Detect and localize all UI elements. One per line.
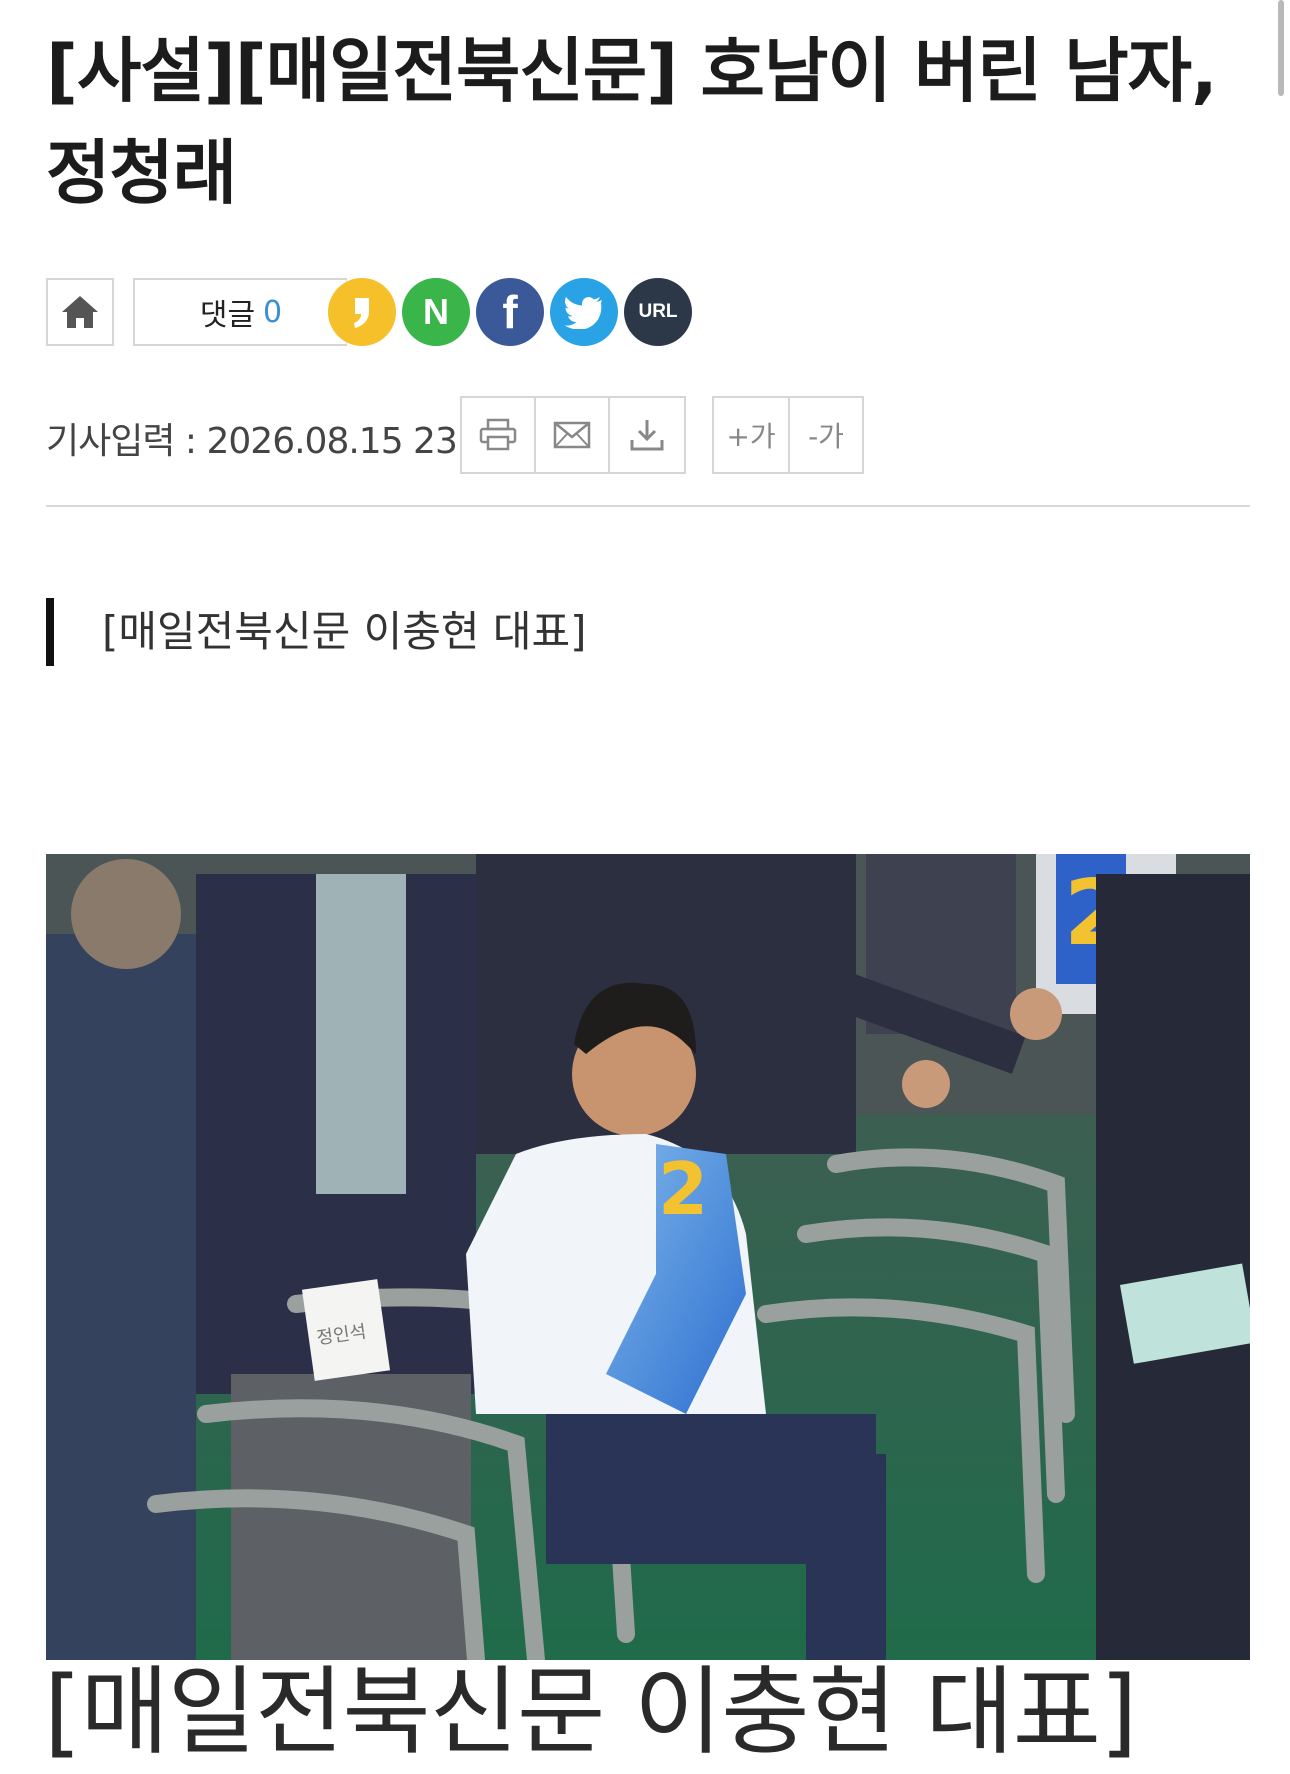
download-button[interactable] [610, 398, 684, 472]
print-button[interactable] [462, 398, 537, 472]
url-icon: URL [638, 301, 678, 322]
twitter-icon [564, 297, 602, 329]
photo-caption: [매일전북신문 이충현 대표] [44, 1656, 1137, 1768]
sash-number: 2 [658, 1147, 708, 1231]
comment-label: 댓글 [199, 298, 256, 333]
url-copy-button[interactable]: URL [624, 278, 692, 346]
kakaostory-share-button[interactable] [328, 278, 396, 346]
comment-button[interactable]: 댓글 0 [133, 278, 347, 346]
twitter-share-button[interactable] [550, 278, 618, 346]
download-icon [630, 420, 664, 451]
article-title: [사설][매일전북신문] 호남이 버린 남자, 정청래 [46, 30, 1218, 214]
scrollbar[interactable] [1278, 0, 1284, 96]
article-photo: 2 2 정인석 [46, 854, 1250, 1660]
font-increase-button[interactable]: +가 [714, 398, 790, 472]
home-button[interactable] [46, 278, 114, 346]
email-button[interactable] [536, 398, 611, 472]
article-date: 기사입력 : 2026.08.15 23:53 [46, 421, 513, 462]
naver-icon: N [423, 291, 449, 332]
comment-count: 0 [263, 294, 283, 330]
facebook-share-button[interactable]: f [476, 278, 544, 346]
facebook-icon: f [502, 286, 518, 338]
naver-share-button[interactable]: N [402, 278, 470, 346]
mail-icon [553, 421, 591, 449]
article-subhead: [매일전북신문 이충현 대표] [46, 598, 587, 666]
font-decrease-button[interactable]: -가 [790, 398, 862, 472]
photo-illustration: 2 2 정인석 [46, 854, 1250, 1660]
header-divider [46, 505, 1250, 507]
kakaostory-icon [354, 298, 369, 328]
article-tools [460, 396, 686, 474]
font-size-tools: +가 -가 [712, 396, 864, 474]
home-icon [62, 296, 98, 328]
print-icon [479, 418, 517, 451]
